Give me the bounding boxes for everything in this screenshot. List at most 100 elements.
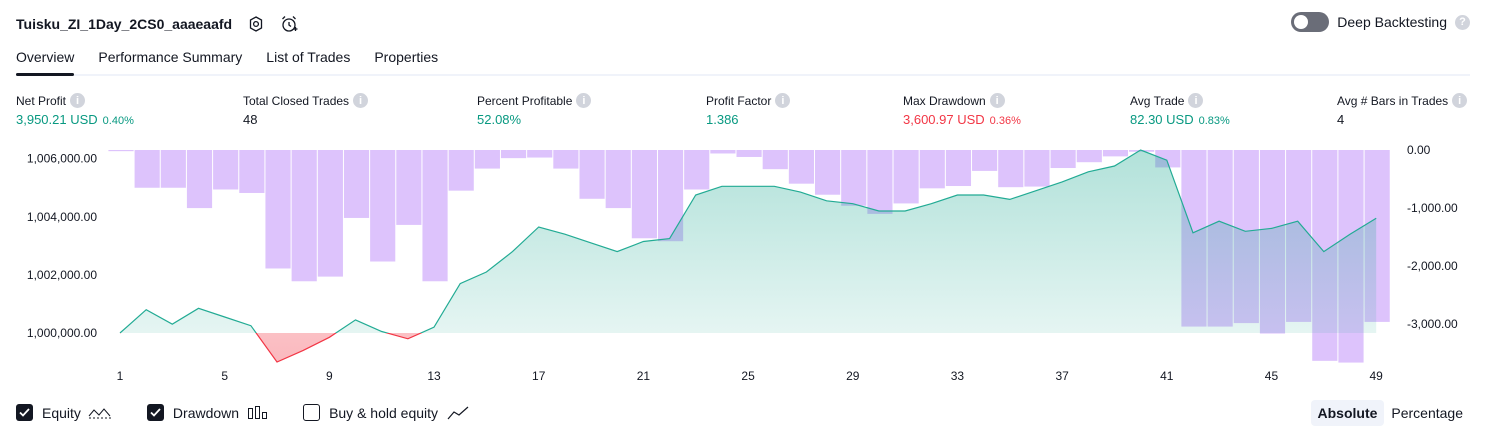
absolute-button[interactable]: Absolute <box>1310 400 1385 426</box>
x-tick-label: 5 <box>221 369 228 383</box>
drawdown-bar <box>815 150 841 195</box>
x-tick-label: 49 <box>1369 369 1383 383</box>
x-tick-label: 29 <box>846 369 860 383</box>
metric-net-profit: Net Profit i 3,950.21 USD 0.40% <box>16 93 134 127</box>
metric-max-drawdown: Max Drawdown i 3,600.97 USD 0.36% <box>903 93 1021 127</box>
right-tick-label: 0.00 <box>1407 143 1431 157</box>
drawdown-bar <box>893 150 919 204</box>
metric-label: Max Drawdown <box>903 93 986 108</box>
legend-drawdown[interactable]: Drawdown <box>146 404 269 421</box>
drawdown-bar <box>788 150 815 184</box>
x-tick-label: 1 <box>117 369 124 383</box>
chart-legend: Equity Drawdown Buy & hold equity <box>16 404 504 421</box>
drawdown-bar <box>213 150 239 190</box>
right-tick-label: -3,000.00 <box>1407 317 1458 331</box>
deep-backtesting-control: Deep Backtesting ? <box>1291 12 1470 32</box>
drawdown-bar <box>134 150 160 188</box>
tab-performance-summary[interactable]: Performance Summary <box>98 44 242 74</box>
drawdown-bar <box>500 150 527 159</box>
tab-list-of-trades[interactable]: List of Trades <box>266 44 350 74</box>
drawdown-bar <box>710 150 736 154</box>
metric-label: Avg Trade <box>1130 93 1185 108</box>
metric-avg-bars: Avg # Bars in Trades i 4 <box>1337 93 1468 127</box>
drawdown-bar <box>239 150 265 193</box>
equity-drawdown-chart[interactable]: 1,006,000.00 1,004,000.00 1,002,000.00 1,00… <box>0 140 1486 395</box>
drawdown-bar <box>553 150 579 169</box>
deep-backtesting-toggle[interactable] <box>1291 12 1330 32</box>
x-tick-label: 37 <box>1055 369 1069 383</box>
drawdown-bar <box>343 150 370 218</box>
metric-total-closed-trades: Total Closed Trades i 48 <box>243 93 369 127</box>
tab-overview[interactable]: Overview <box>16 44 75 76</box>
drawdown-bar <box>265 150 291 269</box>
toggle-knob <box>1294 15 1309 29</box>
drawdown-bar <box>317 150 343 277</box>
equity-line-icon <box>88 407 111 418</box>
drawdown-bar <box>736 150 762 157</box>
drawdown-bar <box>867 150 893 214</box>
x-tick-label: 9 <box>326 369 333 383</box>
legend-buy-hold-equity[interactable]: Buy & hold equity <box>303 404 470 421</box>
checkbox-unchecked-icon[interactable] <box>303 404 321 421</box>
metric-percent: 0.36% <box>989 115 1021 127</box>
x-tick-label: 45 <box>1265 369 1279 383</box>
legend-drawdown-label: Drawdown <box>172 404 240 421</box>
deep-backtesting-label: Deep Backtesting <box>1337 14 1447 30</box>
info-icon[interactable]: i <box>1452 93 1468 108</box>
legend-equity-label: Equity <box>42 404 81 421</box>
tab-bar: Overview Performance Summary List of Tra… <box>16 44 1470 76</box>
metric-avg-trade: Avg Trade i 82.30 USD 0.83% <box>1130 93 1230 127</box>
add-alert-clock-icon[interactable] <box>280 14 300 34</box>
left-tick-label: 1,004,000.00 <box>27 210 97 224</box>
left-tick-label: 1,000,000.00 <box>27 326 97 340</box>
info-icon[interactable]: i <box>576 93 592 108</box>
drawdown-bar <box>186 150 213 209</box>
info-icon[interactable]: i <box>989 93 1005 108</box>
drawdown-bar <box>684 150 710 190</box>
metric-value: 3,950.21 USD <box>16 112 98 127</box>
x-tick-label: 17 <box>532 369 546 383</box>
info-icon[interactable]: i <box>1188 93 1204 108</box>
drawdown-bar <box>108 150 134 152</box>
checkbox-checked-icon[interactable] <box>16 404 33 421</box>
drawdown-bar <box>291 150 317 282</box>
x-tick-label: 21 <box>637 369 651 383</box>
x-tick-label: 25 <box>741 369 755 383</box>
tab-properties[interactable]: Properties <box>374 44 438 74</box>
buy-hold-line-icon <box>447 406 469 419</box>
checkbox-checked-icon[interactable] <box>146 404 164 421</box>
metric-percent-profitable: Percent Profitable i 52.08% <box>477 93 592 127</box>
metric-value: 3,600.97 USD <box>903 112 985 127</box>
percentage-button[interactable]: Percentage <box>1384 400 1470 426</box>
drawdown-bar <box>998 150 1024 188</box>
metric-value: 82.30 USD <box>1130 112 1194 127</box>
drawdown-bars-icon <box>248 405 268 419</box>
drawdown-bar <box>945 150 972 187</box>
drawdown-bar <box>762 150 788 170</box>
x-axis: 1 5 9 13 17 21 25 29 33 37 41 45 49 <box>117 369 1383 383</box>
drawdown-bar <box>972 150 998 171</box>
drawdown-bar <box>474 150 500 169</box>
metric-value: 52.08% <box>477 112 522 127</box>
legend-equity[interactable]: Equity <box>16 404 113 421</box>
metric-value: 4 <box>1337 112 1345 127</box>
help-icon[interactable]: ? <box>1455 14 1470 30</box>
info-icon[interactable]: i <box>775 93 791 108</box>
drawdown-bar <box>396 150 422 225</box>
right-axis: 0.00 -1,000.00 -2,000.00 -3,000.00 <box>1407 143 1458 331</box>
metric-value: 1.386 <box>706 112 739 127</box>
settings-gear-icon[interactable] <box>246 14 266 34</box>
info-icon[interactable]: i <box>353 93 369 108</box>
drawdown-bar <box>1024 150 1050 187</box>
strategy-header: Tuisku_ZI_1Day_2CS0_aaaeaafd <box>16 12 300 36</box>
info-icon[interactable]: i <box>70 93 86 108</box>
metric-percent: 0.83% <box>1198 115 1230 127</box>
strategy-name: Tuisku_ZI_1Day_2CS0_aaaeaafd <box>16 16 233 32</box>
drawdown-bar <box>919 150 945 189</box>
metric-label: Percent Profitable <box>477 93 573 108</box>
left-tick-label: 1,002,000.00 <box>27 268 97 282</box>
drawdown-bar <box>160 150 186 188</box>
metric-value: 48 <box>243 112 258 127</box>
right-tick-label: -2,000.00 <box>1407 259 1458 273</box>
left-axis: 1,006,000.00 1,004,000.00 1,002,000.00 1,00… <box>27 152 97 340</box>
